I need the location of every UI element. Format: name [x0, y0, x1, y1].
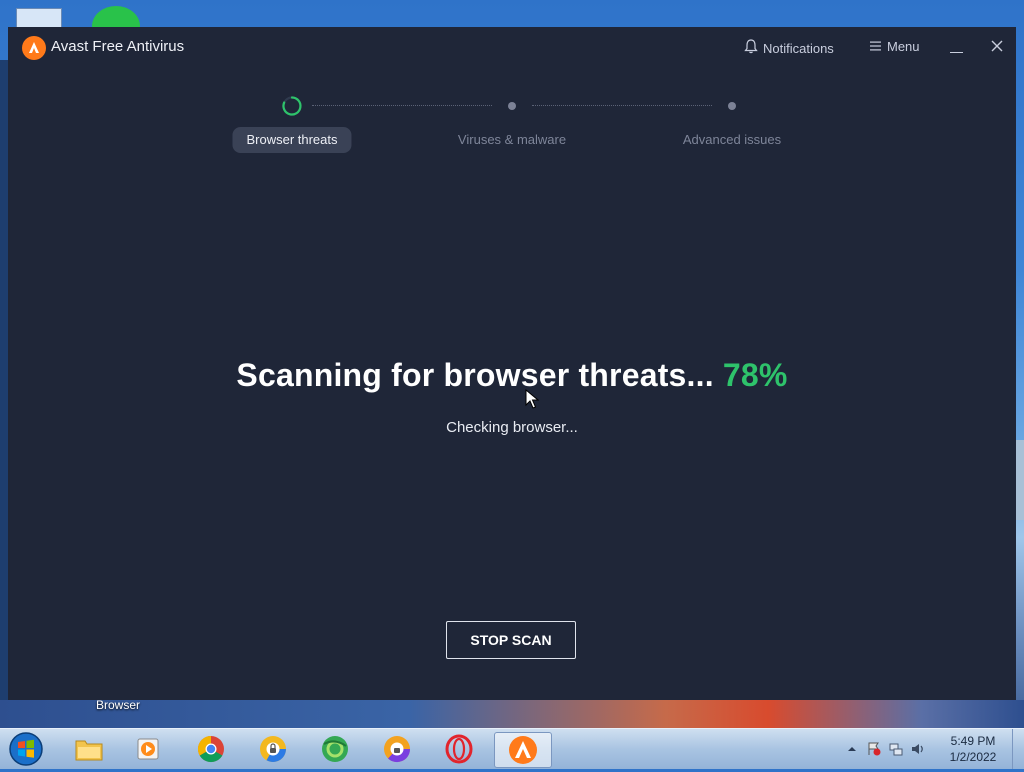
- notifications-label: Notifications: [763, 40, 834, 56]
- minimize-button[interactable]: [948, 37, 964, 59]
- clock-time: 5:49 PM: [950, 734, 996, 748]
- avast-browser-icon: [384, 736, 411, 763]
- taskbar-secure-browser[interactable]: [248, 732, 298, 766]
- mouse-cursor-icon: [525, 389, 539, 409]
- browser-lock-icon: [260, 736, 287, 763]
- windows-start-icon: [9, 732, 43, 766]
- media-player-icon: [137, 738, 159, 760]
- close-button[interactable]: [988, 38, 1006, 58]
- show-desktop-button[interactable]: [1012, 729, 1024, 769]
- folder-icon: [75, 740, 103, 761]
- taskbar-opera[interactable]: [434, 732, 484, 766]
- desktop-edge: [0, 60, 8, 700]
- desktop-icon-label[interactable]: Browser: [96, 698, 140, 712]
- app-title: Avast Free Antivirus: [51, 38, 185, 55]
- avast-logo-icon: [22, 36, 46, 60]
- step-dot: [728, 102, 736, 110]
- taskbar-media-player[interactable]: [124, 732, 174, 766]
- taskbar-avast[interactable]: [494, 732, 552, 768]
- taskbar-green-browser[interactable]: [310, 732, 360, 766]
- chevron-up-icon: [848, 747, 856, 751]
- step-connector: [312, 105, 492, 106]
- step-connector: [532, 105, 712, 106]
- desktop-wallpaper: [0, 700, 1024, 728]
- taskbar-chrome[interactable]: [186, 732, 236, 766]
- scan-stepper: Browser threats Viruses & malware Advanc…: [8, 87, 1016, 157]
- stop-scan-button[interactable]: STOP SCAN: [446, 621, 576, 659]
- spinner-icon: [282, 96, 302, 116]
- taskbar: 5:49 PM 1/2/2022: [0, 728, 1024, 769]
- taskbar-avast-browser[interactable]: [372, 732, 422, 766]
- desktop-edge: [1016, 440, 1024, 520]
- step-advanced-issues: Advanced issues: [682, 132, 782, 147]
- avast-window: Avast Free Antivirus Notifications Menu: [8, 27, 1016, 700]
- bell-icon: [744, 39, 758, 57]
- speaker-icon: [912, 744, 923, 754]
- step-browser-threats: Browser threats: [232, 127, 352, 153]
- notifications-button[interactable]: Notifications: [744, 39, 834, 57]
- hamburger-icon: [870, 39, 882, 54]
- step-viruses-malware: Viruses & malware: [457, 132, 567, 147]
- scan-headline-text: Scanning for browser threats...: [236, 357, 714, 393]
- tray-expand-button[interactable]: [845, 742, 859, 756]
- avast-icon: [509, 736, 537, 764]
- flag-alert-icon: [868, 742, 881, 756]
- green-browser-icon: [322, 736, 348, 762]
- network-icon: [889, 743, 903, 756]
- scan-headline: Scanning for browser threats... 78%: [8, 357, 1016, 394]
- scan-percent: 78%: [722, 357, 788, 393]
- opera-icon: [445, 734, 473, 764]
- close-icon: [991, 39, 1003, 57]
- title-bar: Avast Free Antivirus Notifications Menu: [8, 27, 1016, 69]
- taskbar-clock[interactable]: 5:49 PM 1/2/2022: [943, 733, 1003, 765]
- scan-status: Checking browser...: [446, 419, 578, 436]
- menu-label: Menu: [887, 39, 920, 54]
- tray-volume[interactable]: [911, 742, 925, 756]
- menu-button[interactable]: Menu: [870, 39, 920, 54]
- clock-date: 1/2/2022: [949, 750, 997, 764]
- step-dot: [508, 102, 516, 110]
- tray-network[interactable]: [889, 742, 903, 756]
- chrome-icon: [197, 735, 224, 763]
- tray-action-center[interactable]: [867, 742, 881, 756]
- taskbar-explorer[interactable]: [64, 732, 114, 766]
- start-button[interactable]: [6, 731, 46, 767]
- system-tray: [845, 735, 925, 763]
